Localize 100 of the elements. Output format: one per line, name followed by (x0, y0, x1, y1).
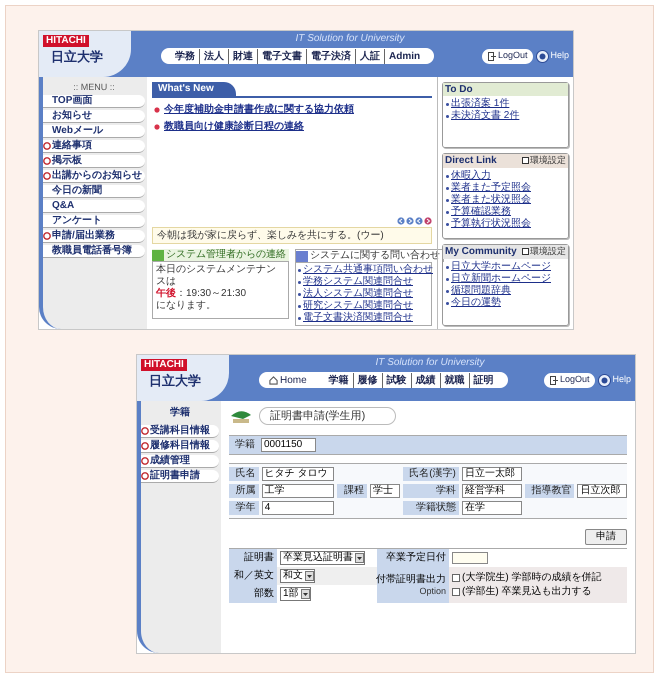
bullet-icon (446, 266, 449, 268)
logout-button[interactable]: LogOut (482, 48, 534, 64)
news-link[interactable]: 教職員向け健康診断日程の連絡 (164, 121, 304, 133)
input-field[interactable]: 日立次郎 (577, 484, 627, 498)
bullet-icon (446, 278, 449, 280)
date-input-field[interactable] (452, 552, 488, 564)
checkbox-label: (大学院生) 学部時の成績を併記 (462, 572, 602, 584)
field-label: 所属 (229, 484, 259, 498)
field-label: 氏名 (229, 467, 259, 481)
nav-link[interactable]: 学籍 (324, 372, 353, 388)
nav-link[interactable]: 就職 (440, 372, 469, 388)
menu-title: :: MENU :: (73, 81, 115, 93)
tagline: IT Solution for University (296, 32, 404, 45)
help-link[interactable]: Help (598, 373, 631, 387)
input-field[interactable]: 在学 (462, 501, 522, 515)
menu-item[interactable]: Webメール (43, 125, 145, 138)
inquiry-link[interactable]: 研究システム関連問合せ (303, 300, 413, 312)
menu-item[interactable]: Q&A (43, 200, 145, 213)
menu-item[interactable]: 連絡事項 (43, 140, 145, 153)
bullet-icon (446, 290, 449, 292)
settings-link[interactable]: 環境設定 (522, 154, 566, 168)
panel-link[interactable]: 日立新聞ホームページ (451, 272, 551, 284)
submit-button[interactable]: 申請 (585, 529, 627, 545)
nav-link[interactable]: 成績 (410, 372, 440, 388)
nav-link[interactable]: 法人 (199, 48, 228, 64)
checkbox[interactable] (452, 574, 460, 582)
dropdown[interactable]: 卒業見込証明書 (280, 551, 365, 565)
field-label: 学籍 (235, 439, 255, 451)
input-field[interactable]: 0001150 (261, 438, 316, 452)
menu-item[interactable]: TOP画面 (43, 95, 145, 108)
input-field[interactable]: 工学 (262, 484, 334, 498)
house-icon (269, 376, 278, 384)
panel-link[interactable]: 循環問題辞典 (451, 284, 511, 296)
inquiry-link[interactable]: 学務システム関連問合せ (303, 276, 413, 288)
sidebar-item[interactable]: 受講科目情報 (141, 425, 219, 438)
input-field[interactable]: 学士 (370, 484, 400, 498)
bullet-icon (154, 124, 160, 130)
nav-link[interactable]: 学務 (171, 48, 199, 64)
field-label: 証明書 (229, 549, 277, 567)
inquiry-link[interactable]: 電子文書決済関連問合せ (303, 312, 413, 324)
nav-link[interactable]: 人証 (355, 48, 384, 64)
input-field[interactable]: 経営学科 (462, 484, 522, 498)
nav-link[interactable]: 電子決済 (306, 48, 355, 64)
input-field[interactable]: 日立一太郎 (462, 467, 522, 481)
inquiry-link[interactable]: システム共通事項問い合わせ (303, 264, 433, 276)
sidebar-item[interactable]: 証明書申請 (141, 470, 219, 483)
input-field[interactable]: ヒタチ タロウ (262, 467, 334, 481)
panel-link[interactable]: 未決済文書 2件 (451, 110, 520, 122)
checkbox-label: (学部生) 卒業見込も出力する (462, 586, 592, 598)
logout-button[interactable]: LogOut (544, 372, 596, 388)
notice-bar: 今朝は我が家に戻らず、楽しみを共にする。(ウー) (152, 227, 432, 244)
inquiry-link[interactable]: 法人システム関連問合せ (303, 288, 413, 300)
menu-item[interactable]: アンケート (43, 215, 145, 228)
news-link[interactable]: 今年度補助金申請書作成に関する協力依頼 (164, 104, 354, 116)
nav-link[interactable]: 試験 (382, 372, 411, 388)
menu-item[interactable]: 今日の新聞 (43, 185, 145, 198)
sidebar-item[interactable]: 成績管理 (141, 455, 219, 468)
panel-link[interactable]: 予算確認業務 (451, 206, 511, 218)
menu-item[interactable]: 申請/届出業務 (43, 230, 145, 243)
panel-link[interactable]: 今日の運勢 (451, 296, 501, 308)
maintenance-message: 本日のシステムメンテナンスは 午後：19:30～21:30 になります。 (152, 261, 289, 319)
bullet-icon (446, 222, 449, 226)
help-link[interactable]: Help (536, 49, 569, 63)
dropdown[interactable]: 1部 (280, 587, 311, 601)
panel-link[interactable]: 予算執行状況照会 (451, 218, 531, 230)
home-link[interactable]: Home (269, 372, 307, 388)
university-name: 日立大学 (51, 49, 103, 65)
panel-link[interactable]: 業者また状況照会 (451, 194, 531, 206)
panel-link[interactable]: 休暇入力 (451, 170, 491, 182)
menu-item[interactable]: お知らせ (43, 110, 145, 123)
menu-item[interactable]: 出講からのお知らせ (43, 170, 145, 183)
panel-link[interactable]: 出張済案 1件 (451, 98, 510, 110)
bullet-icon (298, 293, 301, 296)
option-note: Option (419, 586, 446, 596)
menu-item[interactable]: 教職員電話番号簿 (43, 245, 145, 258)
help-icon (536, 50, 550, 62)
nav-link[interactable]: 財連 (228, 48, 257, 64)
dropdown[interactable]: 和文 (280, 569, 315, 583)
nav-link[interactable]: Admin (384, 48, 424, 64)
bullet-icon (298, 269, 301, 272)
sidebar-item[interactable]: 履修科目情報 (141, 440, 219, 453)
panel-link[interactable]: 日立大学ホームページ (451, 260, 551, 272)
panel-title: My Community (445, 245, 517, 258)
nav-link[interactable]: 電子文書 (257, 48, 306, 64)
square-icon (296, 250, 308, 262)
nav-link[interactable]: 履修 (352, 372, 382, 388)
settings-link[interactable]: 環境設定 (522, 245, 566, 258)
university-name: 日立大学 (149, 373, 201, 389)
checkbox[interactable] (452, 588, 460, 596)
panel-title: To Do (445, 83, 473, 96)
panel-link[interactable]: 業者また予定照会 (451, 182, 531, 194)
input-field[interactable]: 4 (262, 501, 334, 515)
field-label: 付帯証明書出力 (376, 574, 446, 586)
nav-link[interactable]: 証明 (468, 372, 498, 388)
square-icon (152, 250, 164, 260)
field-label: 学年 (229, 501, 259, 515)
bullet-icon (446, 186, 449, 190)
whats-new-tab[interactable]: What's New (152, 82, 236, 96)
menu-item[interactable]: 掲示板 (43, 155, 145, 168)
field-label: 指導教官 (524, 484, 574, 498)
